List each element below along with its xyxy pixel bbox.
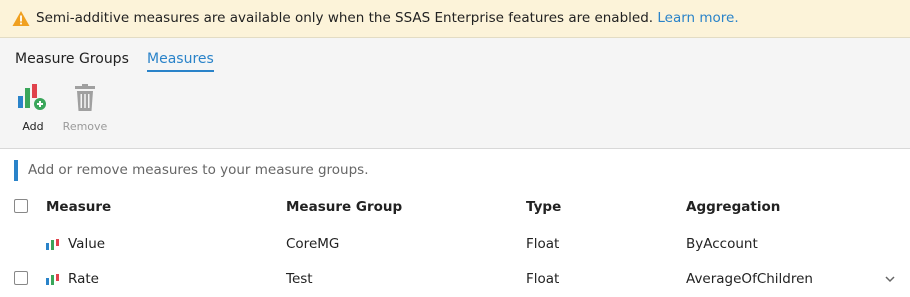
hint-text: Add or remove measures to your measure g…: [14, 160, 368, 181]
aggregation-cell: ByAccount: [686, 236, 758, 252]
learn-more-link[interactable]: Learn more.: [657, 10, 738, 26]
measure-name: Value: [68, 236, 106, 252]
table-row[interactable]: Rate Test Float AverageOfChildren: [0, 262, 910, 296]
type-cell: Float: [526, 236, 560, 252]
warning-banner: Semi-additive measures are available onl…: [0, 0, 910, 38]
chevron-down-icon[interactable]: [883, 272, 897, 286]
measure-group-cell: Test: [286, 271, 313, 287]
aggregation-dropdown[interactable]: AverageOfChildren: [686, 271, 813, 287]
trash-icon: [69, 84, 101, 112]
toolbar-area: Measure Groups Measures Add Remove: [0, 38, 910, 149]
column-header-aggregation[interactable]: Aggregation: [686, 199, 780, 215]
row-checkbox[interactable]: [14, 271, 28, 285]
table-row[interactable]: Value CoreMG Float ByAccount: [0, 227, 910, 261]
type-cell: Float: [526, 271, 560, 287]
measure-group-cell: CoreMG: [286, 236, 340, 252]
banner-text: Semi-additive measures are available onl…: [36, 10, 654, 26]
tab-measures[interactable]: Measures: [147, 51, 214, 72]
measure-name: Rate: [68, 271, 99, 287]
banner-message: Semi-additive measures are available onl…: [36, 10, 739, 26]
add-measure-icon: [17, 84, 49, 112]
select-all-checkbox[interactable]: [14, 199, 28, 213]
remove-button[interactable]: Remove: [60, 84, 110, 133]
column-header-type[interactable]: Type: [526, 199, 561, 215]
column-header-measure-group[interactable]: Measure Group: [286, 199, 402, 215]
add-button[interactable]: Add: [8, 84, 58, 133]
measure-icon: [46, 239, 59, 250]
tab-measure-groups[interactable]: Measure Groups: [15, 51, 129, 70]
add-label: Add: [22, 120, 44, 133]
table-header: Measure Measure Group Type Aggregation: [0, 190, 910, 224]
column-header-measure[interactable]: Measure: [46, 199, 111, 215]
warning-icon: [12, 11, 30, 26]
remove-label: Remove: [62, 120, 108, 133]
measure-icon: [46, 274, 59, 285]
